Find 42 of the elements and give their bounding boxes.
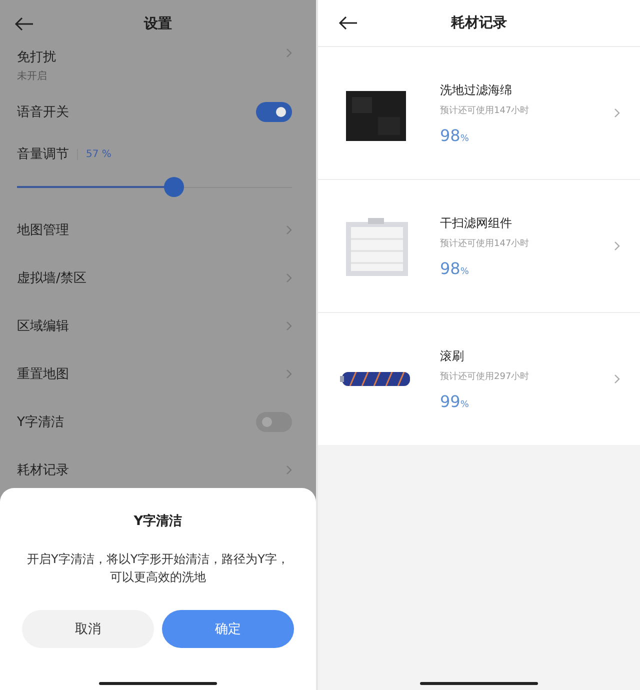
volume-reading: 57 %	[77, 148, 112, 160]
remaining-time: 预计还可使用147小时	[440, 238, 530, 250]
remaining-percent: 99%	[440, 392, 470, 410]
setting-label: 音量调节	[17, 146, 69, 163]
consumable-name: 洗地过滤海绵	[440, 82, 513, 98]
setting-label[interactable]: 地图管理	[17, 221, 69, 239]
back-arrow-icon[interactable]	[14, 17, 34, 31]
consumable-card[interactable]: 洗地过滤海绵 预计还可使用147小时 98%	[318, 47, 640, 179]
remaining-percent: 98%	[440, 258, 470, 278]
toggle-switch[interactable]	[256, 412, 292, 432]
setting-label: 语音开关	[17, 104, 69, 121]
setting-label: Y字清洁	[17, 414, 64, 431]
setting-label[interactable]: 虚拟墙/禁区	[17, 269, 86, 287]
consumable-card[interactable]: 滚刷 预计还可使用297小时 99%	[318, 313, 640, 445]
confirm-button[interactable]: 确定	[162, 610, 294, 648]
chevron-icon	[614, 241, 620, 251]
back-arrow-icon[interactable]	[338, 16, 358, 30]
setting-label[interactable]: 免打扰	[17, 48, 56, 66]
dialog-message: 开启Y字清洁，将以Y字形开始清洁，路径为Y字，可以更高效的洗地	[26, 551, 290, 586]
chevron-icon	[286, 321, 292, 331]
screen-title: 耗材记录	[451, 14, 507, 32]
chevron-icon	[286, 273, 292, 283]
chevron-icon	[286, 465, 292, 475]
cancel-button[interactable]: 取消	[22, 610, 154, 648]
chevron-icon	[614, 108, 620, 118]
dialog-title: Y字清洁	[134, 512, 182, 530]
chevron-icon	[286, 225, 292, 235]
toggle-switch[interactable]	[256, 102, 292, 122]
chevron-icon	[614, 374, 620, 384]
setting-status: 未开启	[17, 70, 48, 83]
setting-label[interactable]: 重置地图	[17, 365, 69, 383]
screen-title: 设置	[144, 15, 172, 33]
chevron-icon	[286, 48, 292, 58]
chevron-icon	[286, 369, 292, 379]
remaining-time: 预计还可使用147小时	[440, 104, 530, 116]
consumable-name: 滚刷	[440, 348, 465, 364]
remaining-time: 预计还可使用297小时	[440, 370, 530, 382]
setting-label[interactable]: 区域编辑	[17, 317, 69, 335]
consumable-card[interactable]: 干扫滤网组件 预计还可使用147小时 98%	[318, 180, 640, 312]
consumable-name: 干扫滤网组件	[440, 214, 513, 232]
remaining-percent: 98%	[440, 126, 470, 144]
setting-label[interactable]: 耗材记录	[17, 461, 69, 479]
